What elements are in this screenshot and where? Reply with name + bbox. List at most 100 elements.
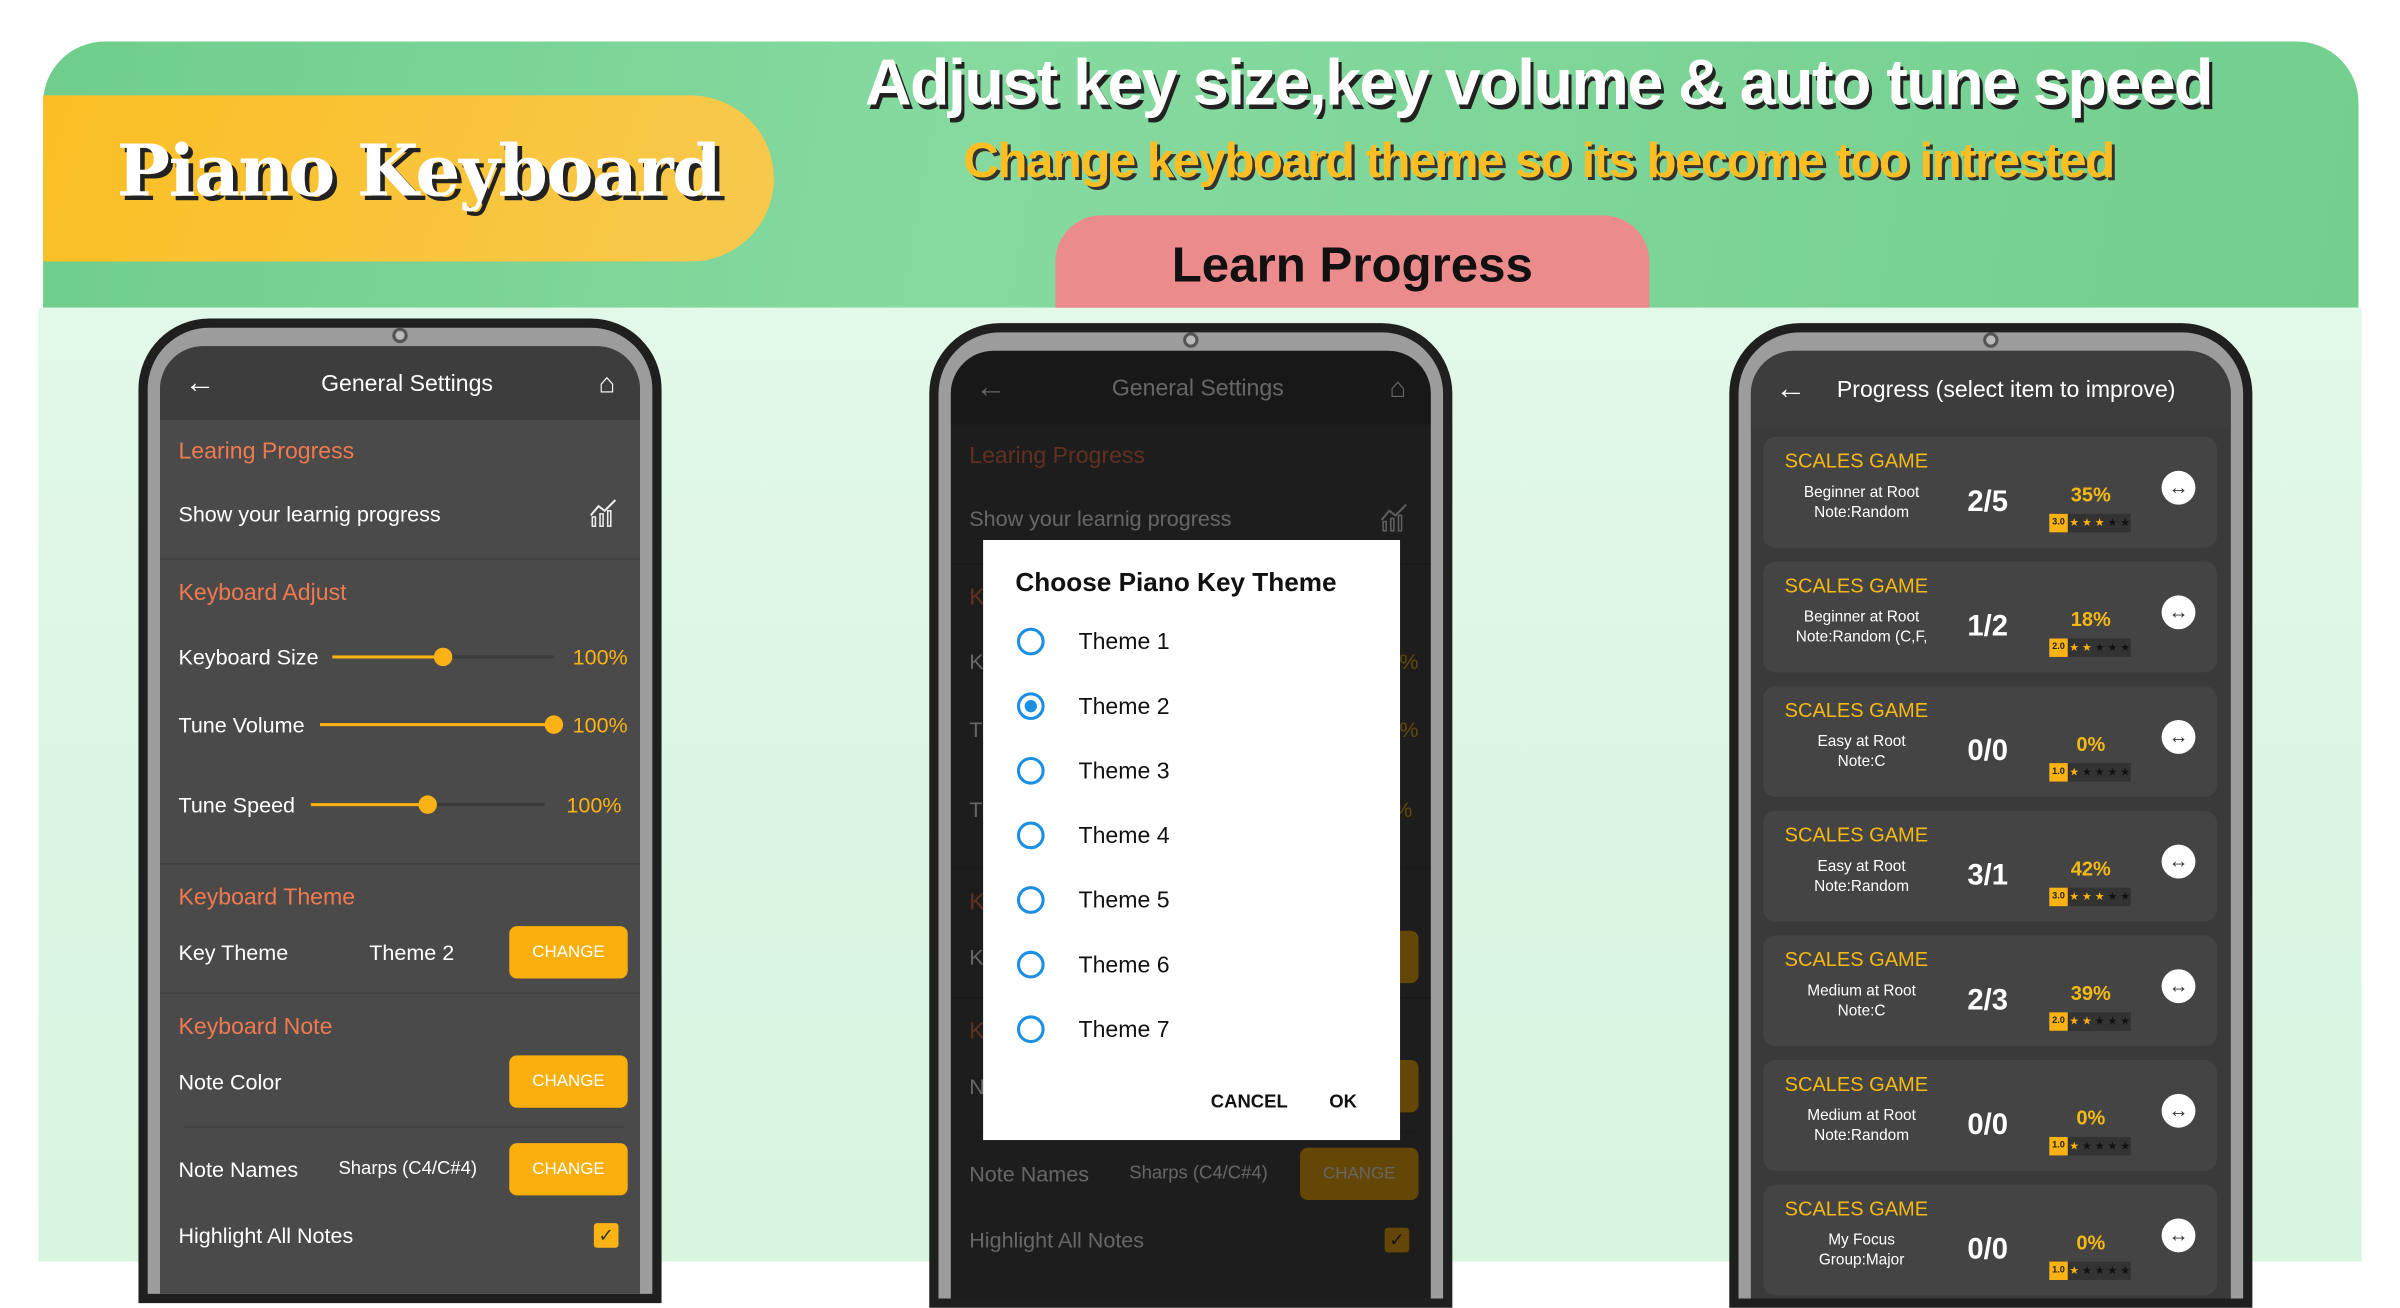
theme-option[interactable]: Theme 6 [1016, 950, 1170, 979]
theme-option[interactable]: Theme 2 [1016, 692, 1170, 721]
camera [1183, 332, 1199, 348]
settings-screen-dimmed: ← General Settings ⌂ Learing Progress Sh… [950, 350, 1431, 1299]
theme-option-label: Theme 3 [1078, 757, 1170, 784]
keyboard-size-slider[interactable] [332, 647, 554, 667]
theme-option[interactable]: Theme 3 [1016, 756, 1170, 785]
rating-badge: 2.0 ★ ★ ★ ★ ★ [2049, 1012, 2132, 1031]
level-text: Medium at Root [1807, 983, 1916, 1001]
radio-button[interactable] [1016, 1015, 1045, 1044]
cancel-button[interactable]: CANCEL [1211, 1091, 1288, 1113]
progress-item[interactable]: SCALES GAME My Focus Group:Major 0/0 0% 1… [1763, 1184, 2217, 1296]
progress-item[interactable]: SCALES GAME Easy at Root Note:Random 3/1 … [1763, 810, 2217, 922]
score: 0/0 [1967, 1233, 2009, 1267]
radio-button[interactable] [1016, 886, 1045, 914]
star-icon: ★ [2082, 767, 2092, 779]
note-text: Note:Random [1814, 1127, 1910, 1145]
star-icon: ★ [2107, 643, 2118, 654]
percent: 35% [2070, 483, 2111, 507]
highlight-notes-label: Highlight All Notes [178, 1223, 354, 1248]
star-icon: ★ [2120, 1141, 2130, 1153]
game-name: SCALES GAME [1784, 947, 1929, 971]
brand-title: Piano Keyboard [116, 129, 722, 213]
star-icon: ★ [2082, 1266, 2092, 1277]
tune-speed-label: Tune Speed [178, 792, 296, 817]
star-icon: ★ [2107, 767, 2118, 779]
tune-volume-slider[interactable] [320, 715, 564, 734]
game-name: SCALES GAME [1784, 823, 1929, 847]
star-icon: ★ [2082, 1016, 2092, 1028]
radio-button[interactable] [1016, 756, 1045, 785]
item-description: Beginner at Root Note:Random [1772, 483, 1950, 523]
item-description: My Focus Group:Major [1772, 1231, 1950, 1271]
progress-item[interactable]: SCALES GAME Medium at Root Note:Random 0/… [1763, 1060, 2217, 1171]
theme-option[interactable]: Theme 4 [1016, 821, 1170, 850]
rating-value: 1.0 [2049, 1261, 2068, 1281]
item-description: Medium at Root Note:C [1772, 982, 1950, 1022]
swap-arrows-icon[interactable]: ↔ [2161, 1093, 2196, 1128]
level-text: My Focus [1828, 1232, 1895, 1250]
game-name: SCALES GAME [1784, 573, 1929, 597]
change-note-color-button[interactable]: CHANGE [509, 1055, 628, 1108]
star-icon: ★ [2094, 1266, 2105, 1277]
progress-item[interactable]: SCALES GAME Medium at Root Note:C 2/3 39%… [1763, 935, 2217, 1047]
progress-item[interactable]: SCALES GAME Beginner at Root Note:Random … [1763, 436, 2217, 548]
progress-item[interactable]: SCALES GAME Easy at Root Note:C 0/0 0% 1.… [1763, 686, 2217, 797]
theme-option-label: Theme 7 [1078, 1016, 1170, 1043]
progress-item[interactable]: SCALES GAME Beginner at Root Note:Random … [1763, 561, 2217, 673]
tune-speed-slider[interactable] [310, 795, 545, 814]
star-icon: ★ [2120, 892, 2130, 904]
radio-button[interactable] [1016, 627, 1045, 656]
star-icon: ★ [2069, 1266, 2079, 1277]
swap-arrows-icon[interactable]: ↔ [2161, 595, 2196, 630]
note-text: Note:C [1837, 1003, 1886, 1021]
ok-button[interactable]: OK [1329, 1091, 1357, 1113]
rating-badge: 1.0 ★ ★ ★ ★ ★ [2049, 1136, 2132, 1156]
divider [160, 558, 641, 561]
rating-badge: 3.0 ★ ★ ★ ★ ★ [2049, 513, 2132, 533]
learn-progress-tab: Learn Progress [1055, 215, 1650, 308]
level-text: Easy at Root [1817, 858, 1906, 876]
theme-option[interactable]: Theme 1 [1016, 627, 1170, 656]
theme-option-label: Theme 2 [1078, 693, 1170, 720]
theme-option[interactable]: Theme 7 [1016, 1015, 1170, 1044]
rating-value: 1.0 [2049, 1136, 2068, 1156]
radio-button[interactable] [1016, 821, 1045, 850]
swap-arrows-icon[interactable]: ↔ [2161, 1218, 2196, 1253]
slider-thumb[interactable] [544, 715, 564, 734]
rating-badge: 1.0 ★ ★ ★ ★ ★ [2049, 763, 2132, 782]
star-icon: ★ [2069, 767, 2079, 779]
chart-growth-icon[interactable] [588, 497, 619, 528]
rating-value: 1.0 [2049, 763, 2068, 782]
score: 2/3 [1967, 984, 2009, 1017]
camera [1983, 332, 1999, 348]
swap-arrows-icon[interactable]: ↔ [2161, 470, 2196, 505]
radio-button[interactable] [1016, 692, 1045, 721]
star-icon: ★ [2082, 643, 2092, 654]
phone-theme-dialog: ← General Settings ⌂ Learing Progress Sh… [929, 323, 1453, 1308]
score: 0/0 [1967, 1109, 2009, 1142]
highlight-notes-checkbox[interactable]: ✓ [593, 1223, 619, 1248]
swap-arrows-icon[interactable]: ↔ [2161, 969, 2196, 1004]
show-progress-item[interactable]: Show your learnig progress [178, 502, 440, 527]
slider-thumb[interactable] [433, 647, 453, 667]
back-arrow-icon[interactable]: ← [1775, 372, 1806, 407]
radio-button[interactable] [1016, 950, 1045, 979]
home-icon[interactable]: ⌂ [599, 367, 616, 399]
percent: 18% [2070, 607, 2111, 631]
score: 0/0 [1967, 735, 2009, 768]
tune-volume-label: Tune Volume [178, 712, 305, 737]
swap-arrows-icon[interactable]: ↔ [2161, 720, 2196, 754]
back-arrow-icon[interactable]: ← [185, 365, 216, 400]
swap-arrows-icon[interactable]: ↔ [2161, 844, 2196, 879]
level-text: Beginner at Root [1803, 484, 1920, 502]
slider-thumb[interactable] [418, 795, 437, 814]
note-text: Note:Random [1814, 878, 1910, 896]
percent: 0% [2076, 1106, 2106, 1130]
score: 2/5 [1967, 486, 2009, 519]
change-note-names-button[interactable]: CHANGE [509, 1143, 628, 1196]
theme-option[interactable]: Theme 5 [1016, 886, 1170, 914]
change-key-theme-button[interactable]: CHANGE [509, 926, 628, 979]
star-icon: ★ [2082, 892, 2092, 904]
percent: 39% [2070, 981, 2111, 1005]
divider [160, 992, 641, 994]
